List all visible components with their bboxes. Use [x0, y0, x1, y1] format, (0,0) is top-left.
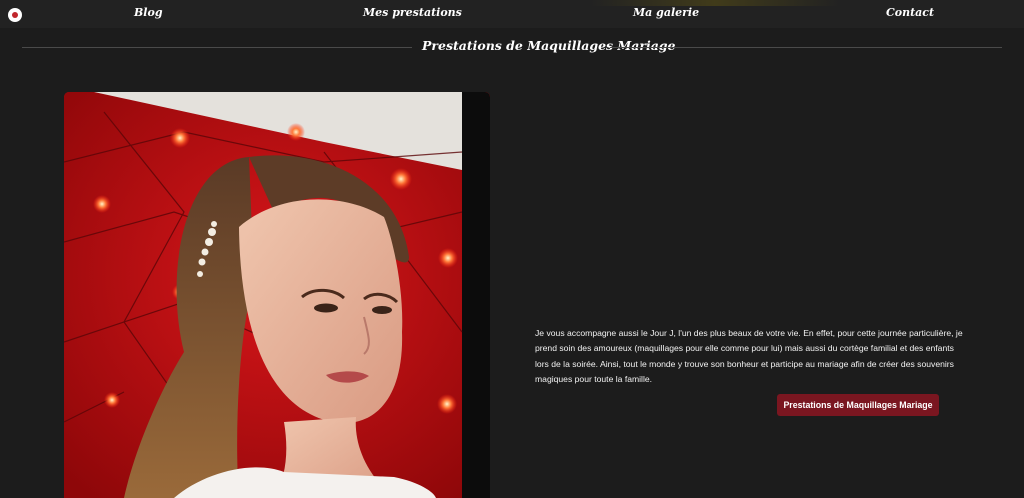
divider-right	[610, 47, 1002, 48]
wedding-makeup-services-button[interactable]: Prestations de Maquillages Mariage	[777, 394, 939, 416]
brand-logo-icon[interactable]	[8, 8, 22, 22]
nav-highlight	[590, 0, 840, 6]
nav-item-blog[interactable]: Blog	[134, 6, 163, 19]
divider-left	[22, 47, 412, 48]
nav-item-ma-galerie[interactable]: Ma galerie	[633, 6, 699, 19]
section-title: Prestations de Maquillages Mariage	[422, 38, 676, 53]
nav-item-contact[interactable]: Contact	[886, 6, 934, 19]
top-navigation: Blog Mes prestations Ma galerie Contact	[0, 0, 1024, 28]
section-header: Prestations de Maquillages Mariage	[22, 36, 1002, 58]
nav-item-mes-prestations[interactable]: Mes prestations	[363, 6, 462, 19]
bride-portrait-photo	[64, 92, 490, 498]
service-description: Je vous accompagne aussi le Jour J, l'un…	[535, 327, 963, 385]
